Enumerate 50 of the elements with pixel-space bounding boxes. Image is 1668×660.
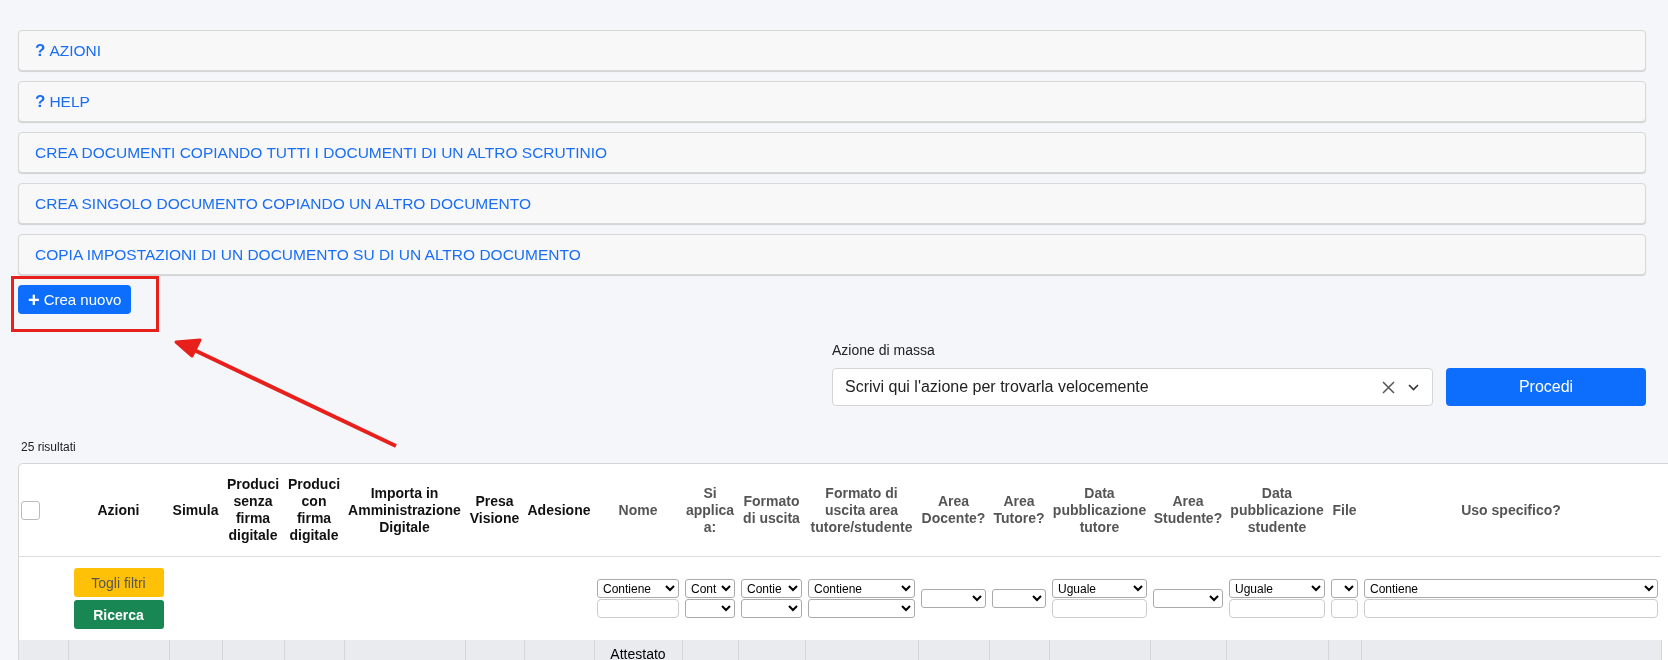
column-header: Presa Visione — [468, 493, 521, 527]
column-header: Produci senza firma digitale — [225, 476, 281, 544]
column-header[interactable]: Si applica a: — [684, 484, 736, 536]
filter-input[interactable] — [597, 599, 679, 618]
question-mark-icon: ? — [35, 40, 46, 61]
filter-input[interactable] — [1364, 599, 1658, 618]
filter-dropdown[interactable]: Contiene — [597, 579, 679, 598]
column-header: Adesione — [526, 501, 592, 519]
accordion-header[interactable]: COPIA IMPOSTAZIONI DI UN DOCUMENTO SU DI UN ALTRO DOCUMENTO — [18, 234, 1646, 275]
accordion-header[interactable]: CREA DOCUMENTI COPIANDO TUTTI I DOCUMENTI DI UN ALTRO SCRUTINIO — [18, 132, 1646, 173]
column-header[interactable]: Data pubblicazione studente — [1228, 484, 1326, 536]
column-header[interactable]: Area Tutore? — [991, 493, 1047, 527]
filter-dropdown[interactable]: Contie — [741, 579, 802, 598]
column-header: Azioni — [96, 501, 141, 519]
column-header[interactable]: Area Studente? — [1152, 493, 1224, 527]
results-count: 25 risultati — [21, 440, 77, 454]
column-header[interactable]: Uso specifico? — [1363, 501, 1659, 519]
column-header: Produci con firma digitale — [286, 476, 342, 544]
select-all-checkbox[interactable] — [21, 500, 40, 520]
column-header[interactable]: Formato di uscita — [740, 493, 803, 527]
question-mark-icon: ? — [35, 91, 46, 112]
filter-dropdown[interactable]: Uguale — [1229, 579, 1325, 598]
mass-action-label: Azione di massa — [832, 342, 936, 358]
column-header[interactable]: Formato di uscita area tutore/studente — [807, 484, 916, 536]
accordion-header[interactable]: ? HELP — [18, 81, 1646, 122]
chevron-down-icon[interactable] — [1408, 384, 1419, 391]
filter-dropdown[interactable]: Uguale — [1052, 579, 1147, 598]
filter-dropdown[interactable]: Contiene — [808, 579, 915, 598]
table-cell: Attestato — [610, 646, 666, 660]
mass-action-select[interactable]: Scrivi qui l'azione per trovarla velocemente — [832, 368, 1433, 406]
filter-dropdown[interactable] — [685, 599, 735, 618]
accordion-header[interactable]: CREA SINGOLO DOCUMENTO COPIANDO UN ALTRO DOCUMENTO — [18, 183, 1646, 224]
column-header[interactable]: File — [1330, 501, 1359, 519]
filter-dropdown[interactable]: Cont — [685, 579, 735, 598]
filter-dropdown[interactable] — [1331, 579, 1358, 598]
column-header[interactable]: Nome — [596, 501, 680, 519]
create-new-button[interactable]: + Crea nuovo — [18, 285, 132, 314]
accordion-header[interactable]: ? AZIONI — [18, 30, 1646, 71]
column-header[interactable]: Data pubblicazione tutore — [1051, 484, 1148, 536]
column-header: Importa in Amministrazione Digitale — [347, 484, 462, 536]
column-header: Simula — [171, 501, 220, 519]
filter-input[interactable] — [1331, 599, 1358, 618]
filter-input[interactable] — [1229, 599, 1325, 618]
clear-icon[interactable] — [1382, 381, 1395, 394]
filter-input[interactable] — [1052, 599, 1147, 618]
filter-dropdown[interactable]: Contiene — [1364, 579, 1658, 598]
search-button[interactable]: Ricerca — [73, 600, 164, 629]
procedi-button[interactable]: Procedi — [1446, 368, 1646, 406]
column-header[interactable]: Area Docente? — [920, 493, 987, 527]
clear-filters-button[interactable]: Togli filtri — [73, 568, 164, 597]
